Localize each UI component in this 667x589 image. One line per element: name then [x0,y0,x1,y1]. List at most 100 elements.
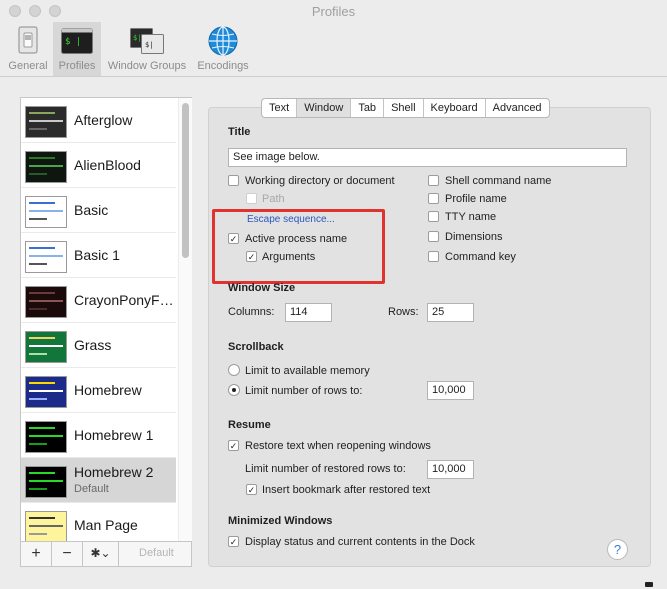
tab-advanced[interactable]: Advanced [486,99,549,117]
profile-item[interactable]: Grass [21,323,176,368]
minimized-windows-heading: Minimized Windows [228,515,333,527]
profile-name: Homebrew [74,382,142,398]
thumbnail-line [29,533,47,535]
profile-thumbnail [25,376,67,408]
tty-name-label: TTY name [445,211,497,223]
thumbnail-line [29,435,63,437]
thumbnail-line [29,427,55,429]
toolbar-window-groups[interactable]: $| $| Window Groups [104,22,190,76]
profile-name: AlienBlood [74,157,141,173]
profile-item[interactable]: Homebrew 2 Default [21,458,176,503]
limit-available-memory-radio[interactable] [228,364,240,376]
tab-tab[interactable]: Tab [351,99,385,117]
insert-bookmark-checkbox[interactable]: ✓ [246,484,257,495]
profile-name-checkbox[interactable] [428,193,439,204]
window-groups-icon-prompt-front: $| [145,41,153,49]
profile-thumbnail [25,421,67,453]
window-groups-icon-prompt-back: $| [133,34,141,42]
thumbnail-line [29,337,55,339]
tab-keyboard[interactable]: Keyboard [424,99,486,117]
thumbnail-line [29,173,47,175]
add-profile-button[interactable]: + [21,542,52,566]
limit-rows-radio[interactable] [228,384,240,396]
help-button[interactable]: ? [607,539,628,560]
profile-name: Basic [74,202,109,218]
thumbnail-line [29,398,47,400]
working-directory-checkbox[interactable] [228,175,239,186]
profile-item[interactable]: Basic [21,188,176,233]
profile-list-controls: + − ✱⌄ Default [21,541,191,566]
tab-text[interactable]: Text [262,99,298,117]
thumbnail-line [29,210,63,212]
thumbnail-line [29,517,55,519]
profile-name: Basic 1 [74,247,120,263]
resume-heading: Resume [228,419,271,431]
toolbar-general[interactable]: General [6,22,50,76]
thumbnail-line [29,443,47,445]
remove-profile-button[interactable]: − [52,542,83,566]
profile-name: Man Page [74,517,138,533]
thumbnail-line [29,255,63,257]
rows-label: Rows: [388,306,419,318]
thumbnail-line [29,120,63,122]
thumbnail-line [29,472,55,474]
limit-available-memory-label: Limit to available memory [245,365,370,377]
toolbar-encodings-label: Encodings [197,60,249,72]
profile-item[interactable]: Homebrew [21,368,176,413]
restored-rows-input[interactable]: 10,000 [427,460,474,479]
profile-name: Homebrew 1 [74,427,154,443]
thumbnail-line [29,390,63,392]
profile-item[interactable]: Basic 1 [21,233,176,278]
window-size-heading: Window Size [228,282,296,294]
thumbnail-line [29,300,63,302]
profile-name: Homebrew 2 [74,464,154,480]
profile-thumbnail [25,106,67,138]
toolbar-profiles-label: Profiles [58,60,96,72]
profile-list-scroll[interactable]: Afterglow AlienBlood Basic Basic 1 CrayonPon… [21,98,178,541]
title-field[interactable]: See image below. [228,148,627,167]
columns-input[interactable]: 114 [285,303,332,322]
tab-shell[interactable]: Shell [384,99,424,117]
toolbar-window-groups-label: Window Groups [107,60,187,72]
rows-input[interactable]: 25 [427,303,474,322]
dimensions-checkbox[interactable] [428,231,439,242]
profile-item[interactable]: Man Page [21,503,176,541]
thumbnail-line [29,247,55,249]
profile-thumbnail [25,331,67,363]
restore-text-checkbox[interactable]: ✓ [228,440,239,451]
scrollback-rows-input[interactable]: 10,000 [427,381,474,400]
profile-item[interactable]: Afterglow [21,98,176,143]
dimensions-label: Dimensions [445,231,503,243]
profile-name: Afterglow [74,112,133,128]
profile-thumbnail [25,241,67,273]
resize-grip-icon[interactable] [645,582,653,587]
profile-thumbnail [25,511,67,541]
thumbnail-line [29,382,55,384]
toolbar-encodings[interactable]: Encodings [193,22,253,76]
terminal-icon: $ | [61,28,93,54]
gear-icon[interactable]: ✱⌄ [83,542,119,566]
path-label: Path [262,193,285,205]
terminal-icon-prompt: $ | [65,37,81,47]
profile-list-scrollbar-thumb[interactable] [182,103,189,258]
profile-item[interactable]: CrayonPonyFish [21,278,176,323]
shell-command-checkbox[interactable] [428,175,439,186]
profile-name: CrayonPonyFish [74,292,174,308]
profile-thumbnail [25,196,67,228]
profile-item[interactable]: Homebrew 1 [21,413,176,458]
display-status-checkbox[interactable]: ✓ [228,536,239,547]
columns-label: Columns: [228,306,275,318]
default-profile-button[interactable]: Default [139,547,174,559]
tty-name-checkbox[interactable] [428,211,439,222]
window-title: Profiles [311,4,356,19]
tab-window[interactable]: Window [297,99,352,117]
limit-rows-label: Limit number of rows to: [245,385,363,397]
path-checkbox[interactable] [246,193,257,204]
toolbar-profiles[interactable]: $ | Profiles [53,22,101,76]
display-status-label: Display status and current contents in t… [245,536,475,548]
scrollback-heading: Scrollback [228,341,284,353]
command-key-checkbox[interactable] [428,251,439,262]
shell-command-label: Shell command name [445,175,552,187]
thumbnail-line [29,112,55,114]
profile-item[interactable]: AlienBlood [21,143,176,188]
